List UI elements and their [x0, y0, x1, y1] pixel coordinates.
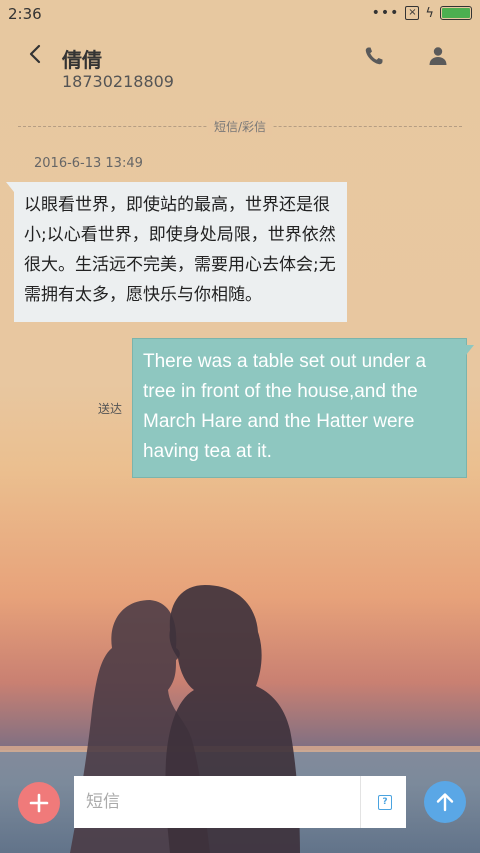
- delivery-status: 送达: [98, 402, 123, 416]
- phone-icon[interactable]: [362, 44, 386, 68]
- add-attachment-button[interactable]: [18, 782, 60, 824]
- channel-label: 短信/彩信: [207, 118, 273, 135]
- message-timestamp: 2016-6-13 13:49: [34, 156, 143, 171]
- incoming-message-bubble[interactable]: 以眼看世界，即使站的最高，世界还是很小;以心看世界，即使身处局限，世界依然很大。…: [6, 182, 347, 322]
- status-icons: ••• × ϟ: [372, 5, 472, 21]
- channel-divider: 短信/彩信: [18, 118, 462, 135]
- contact-number: 18730218809: [62, 72, 174, 91]
- message-input[interactable]: [74, 776, 360, 828]
- charging-icon: ϟ: [425, 5, 434, 21]
- status-bar: 2:36 ••• × ϟ: [0, 0, 480, 28]
- contact-name: 倩倩: [62, 48, 102, 72]
- plus-icon: [29, 793, 49, 813]
- sms-indicator-icon[interactable]: ?: [378, 795, 392, 810]
- battery-icon: [440, 6, 472, 20]
- no-sim-icon: ×: [405, 6, 420, 20]
- back-icon[interactable]: [24, 42, 48, 66]
- contact-profile-icon[interactable]: [426, 44, 450, 68]
- composer-separator: [360, 776, 361, 828]
- outgoing-message-bubble[interactable]: There was a table set out under a tree i…: [132, 338, 474, 478]
- message-composer: ?: [74, 776, 406, 828]
- arrow-up-icon: [436, 793, 454, 812]
- notification-dots-icon: •••: [371, 5, 400, 21]
- status-time: 2:36: [8, 5, 42, 23]
- send-button[interactable]: [424, 781, 466, 823]
- conversation-header: 倩倩 18730218809: [0, 30, 480, 100]
